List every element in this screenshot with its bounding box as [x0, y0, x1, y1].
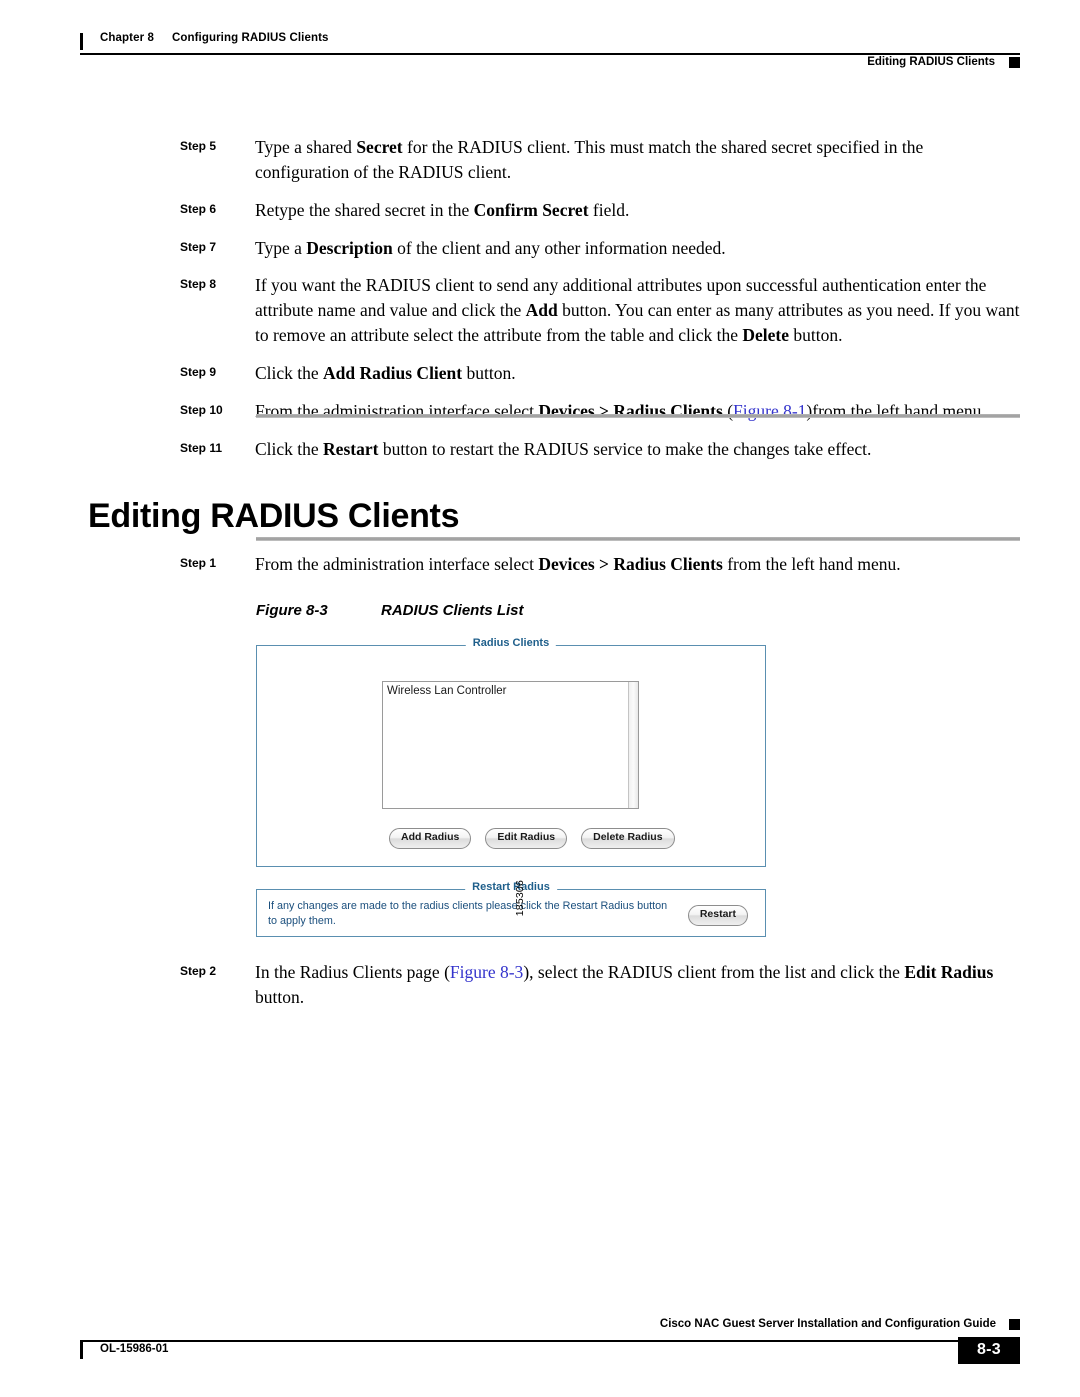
step-text-bold: Devices > Radius Clients — [538, 554, 723, 574]
page-title: Editing RADIUS Clients — [88, 496, 460, 535]
figure-title: RADIUS Clients List — [381, 602, 524, 619]
section-divider-rule-top — [256, 414, 1020, 418]
header-chapter-row: Chapter 8 Configuring RADIUS Clients — [80, 32, 1020, 52]
footer-title-row: Cisco NAC Guest Server Installation and … — [660, 1318, 1020, 1330]
radius-clients-panel: Radius Clients Wireless Lan Controller A… — [256, 637, 766, 867]
step-text: Retype the shared secret in the Confirm … — [255, 198, 1020, 223]
radius-clients-listbox[interactable]: Wireless Lan Controller — [382, 681, 639, 809]
step-text-span: Type a shared — [255, 137, 357, 157]
header-left-tick — [80, 33, 83, 50]
header-chapter: Chapter 8 Configuring RADIUS Clients — [100, 32, 329, 44]
step-text-bold: Confirm Secret — [473, 199, 589, 220]
add-radius-button[interactable]: Add Radius — [389, 828, 472, 849]
step-text-bold: Edit Radius — [904, 962, 994, 982]
steps-top-list: Step 5 Type a shared Secret for the RADIU… — [180, 135, 1020, 474]
footer-page-number: 8-3 — [957, 1337, 1020, 1364]
footer-square-marker-icon — [1009, 1318, 1020, 1330]
step-text-bold: Restart — [323, 438, 379, 459]
step-label: Step 8 — [180, 277, 217, 292]
step-text-span: button to restart the RADIUS service to … — [378, 438, 872, 459]
step-row: Step 6 Retype the shared secret in the Co… — [180, 198, 1020, 223]
header-square-marker-icon — [1009, 57, 1020, 68]
step-row: Step 11 Click the Restart button to resta… — [180, 437, 1020, 462]
step-label: Step 5 — [180, 139, 217, 153]
step-text-span: Retype the shared secret in the — [255, 199, 474, 220]
step-text-span: from the left hand menu. — [722, 554, 901, 574]
step-text: Click the Restart button to restart the … — [255, 437, 1020, 462]
step-text-bold: Secret — [356, 137, 403, 157]
step-text: If you want the RADIUS client to send an… — [255, 273, 1020, 348]
step-text: In the Radius Clients page (Figure 8-3),… — [255, 960, 1020, 1010]
figure-number: Figure 8-3 — [256, 602, 328, 619]
header-section-title: Editing RADIUS Clients — [867, 56, 995, 68]
footer-left-tick — [80, 1342, 83, 1359]
step-text-bold: Delete — [742, 325, 790, 346]
step-label: Step 11 — [180, 440, 223, 455]
restart-button[interactable]: Restart — [687, 905, 748, 926]
header-chapter-label: Chapter 8 — [100, 32, 154, 44]
edit-radius-button[interactable]: Edit Radius — [485, 828, 568, 849]
step-text: Click the Add Radius Client button. — [255, 361, 1020, 386]
step-text-span: button. — [255, 986, 305, 1007]
footer-rule — [80, 1340, 1020, 1342]
restart-radius-legend: Restart Radius — [465, 881, 557, 893]
page-footer: Cisco NAC Guest Server Installation and … — [80, 1318, 1020, 1378]
figure-graphic: Radius Clients Wireless Lan Controller A… — [256, 637, 766, 937]
step-label: Step 2 — [180, 964, 217, 978]
footer-doc-id: OL-15986-01 — [100, 1343, 169, 1355]
step-label: Step 1 — [180, 556, 217, 570]
step-text-bold: Add Radius Client — [323, 362, 463, 383]
step-label: Step 9 — [180, 364, 217, 379]
step-text-span: ), select the RADIUS client from the lis… — [523, 962, 905, 982]
step-text: Type a Description of the client and any… — [255, 236, 1020, 261]
step-row: Step 1 From the administration interface … — [180, 552, 1020, 577]
figure-caption: Figure 8-3 RADIUS Clients List — [256, 602, 524, 619]
step-text-span: of the client and any other information … — [392, 237, 726, 258]
restart-button-wrapper: Restart — [687, 904, 748, 926]
page-header: Chapter 8 Configuring RADIUS Clients Edit… — [80, 32, 1020, 82]
figure-graphic-id: 185306 — [514, 880, 526, 917]
step-text-bold: Add — [525, 300, 558, 321]
radius-clients-button-row: Add Radius Edit Radius Delete Radius — [389, 828, 675, 849]
step-row: Step 5 Type a shared Secret for the RADIU… — [180, 135, 1020, 185]
step-text: From the administration interface select… — [255, 399, 1020, 424]
step-row: Step 2 In the Radius Clients page (Figure… — [180, 960, 1020, 1010]
step-label: Step 6 — [180, 201, 217, 216]
restart-radius-panel: Restart Radius If any changes are made t… — [256, 881, 766, 937]
step-text-span: Click the — [255, 362, 324, 383]
steps-mid-list: Step 1 From the administration interface … — [180, 552, 1020, 590]
step-text-bold: Description — [306, 237, 393, 258]
step-row: Step 7 Type a Description of the client a… — [180, 236, 1020, 261]
step-text-span: button. — [462, 362, 516, 383]
step-label: Step 7 — [180, 239, 217, 254]
header-chapter-title: Configuring RADIUS Clients — [171, 32, 329, 44]
step-text: From the administration interface select… — [255, 552, 1020, 577]
step-text-span: Type a — [255, 237, 307, 258]
heading-underline-rule — [256, 537, 1020, 541]
step-row: Step 9 Click the Add Radius Client button… — [180, 361, 1020, 386]
footer-guide-title: Cisco NAC Guest Server Installation and … — [659, 1318, 996, 1330]
step-text-span: In the Radius Clients page ( — [255, 962, 450, 982]
step-row: Step 10 From the administration interface… — [180, 399, 1020, 424]
header-rule — [80, 53, 1020, 55]
step-text-span: field. — [588, 199, 630, 220]
cross-reference-link[interactable]: Figure 8-3 — [450, 962, 523, 982]
step-text-span: Click the — [255, 438, 324, 459]
step-text-span: button. — [789, 325, 843, 346]
list-item[interactable]: Wireless Lan Controller — [383, 682, 638, 697]
header-section-row: Editing RADIUS Clients — [867, 56, 1020, 68]
steps-bottom-list: Step 2 In the Radius Clients page (Figure… — [180, 960, 1020, 1023]
delete-radius-button[interactable]: Delete Radius — [581, 828, 675, 849]
restart-radius-description: If any changes are made to the radius cl… — [268, 900, 668, 928]
step-label: Step 10 — [180, 402, 223, 417]
step-text: Type a shared Secret for the RADIUS clie… — [255, 135, 1020, 185]
listbox-scrollbar[interactable] — [628, 682, 638, 808]
step-row: Step 8 If you want the RADIUS client to s… — [180, 273, 1020, 348]
radius-clients-legend: Radius Clients — [465, 637, 557, 649]
step-text-span: From the administration interface select — [255, 554, 539, 574]
